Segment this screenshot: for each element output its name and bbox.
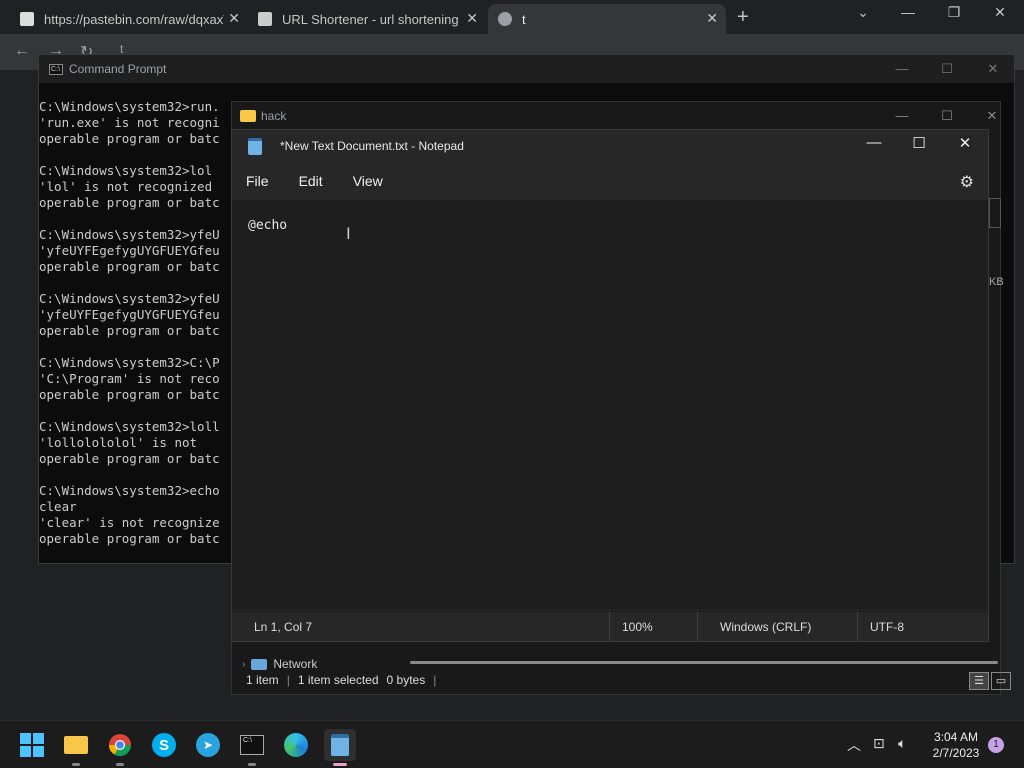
running-indicator bbox=[116, 763, 124, 766]
pastebin-icon bbox=[20, 12, 34, 26]
notepad-menubar: File Edit View ⚙ bbox=[232, 162, 988, 200]
text-cursor-icon: I bbox=[346, 224, 351, 243]
cmd-titlebar[interactable]: C:\ Command Prompt bbox=[39, 55, 1014, 83]
chrome-icon bbox=[109, 734, 131, 756]
horizontal-scrollbar[interactable] bbox=[410, 661, 998, 664]
tab-title: t bbox=[522, 11, 526, 27]
details-view-icon[interactable]: ☰ bbox=[969, 672, 989, 690]
encoding: UTF-8 bbox=[870, 619, 904, 634]
network-status-icon[interactable]: ⊡ bbox=[873, 735, 885, 752]
maximize-icon[interactable]: ☐ bbox=[932, 61, 962, 77]
item-count: 1 item bbox=[246, 673, 279, 687]
taskbar: S ➤ C:\ ︿ ⊡ 🔈︎ 3:04 AM 2/7/2023 1 bbox=[0, 720, 1024, 768]
running-indicator bbox=[333, 763, 347, 766]
new-tab-icon[interactable]: + bbox=[737, 6, 749, 29]
clock-time: 3:04 AM bbox=[933, 730, 979, 744]
notepad-titlebar[interactable]: *New Text Document.txt - Notepad — ☐ ✕ bbox=[232, 130, 988, 162]
explorer-titlebar[interactable]: hack bbox=[232, 102, 1000, 130]
close-icon[interactable]: ✕ bbox=[977, 108, 1007, 124]
clock-date: 2/7/2023 bbox=[932, 746, 980, 760]
size-column-fragment: KB bbox=[989, 276, 1004, 288]
notification-badge[interactable]: 1 bbox=[988, 737, 1004, 753]
menu-edit[interactable]: Edit bbox=[290, 167, 332, 195]
close-icon[interactable]: ✕ bbox=[706, 10, 718, 27]
selected-size: 0 bytes bbox=[386, 673, 426, 687]
notepad-icon bbox=[248, 137, 262, 155]
close-icon[interactable]: ✕ bbox=[945, 134, 985, 152]
close-icon[interactable]: ✕ bbox=[466, 10, 478, 27]
cmd-icon: C:\ bbox=[240, 735, 264, 755]
windows-logo-icon bbox=[20, 733, 44, 757]
explorer-statusbar: 1 item | 1 item selected 0 bytes | bbox=[232, 666, 1000, 694]
folder-icon bbox=[64, 736, 88, 754]
menu-view[interactable]: View bbox=[344, 167, 392, 195]
cmd-output: C:\Windows\system32>run. 'run.exe' is no… bbox=[39, 99, 220, 546]
shortener-icon bbox=[258, 12, 272, 26]
zoom-level: 100% bbox=[610, 612, 698, 641]
document-text: @echo bbox=[248, 218, 288, 233]
notepad-taskbar[interactable] bbox=[324, 729, 356, 766]
explorer-search-box[interactable] bbox=[989, 198, 1001, 228]
minimize-icon[interactable]: — bbox=[887, 108, 917, 123]
volume-icon[interactable]: 🔈︎ bbox=[898, 735, 906, 752]
edge-taskbar[interactable] bbox=[280, 729, 312, 761]
explorer-title: hack bbox=[261, 109, 287, 123]
tab-active[interactable]: t ✕ bbox=[488, 4, 726, 34]
tiles-view-icon[interactable]: ▭ bbox=[991, 672, 1011, 690]
status-separator: | bbox=[433, 673, 437, 687]
close-icon[interactable]: ✕ bbox=[228, 10, 240, 27]
globe-icon bbox=[498, 12, 512, 26]
line-ending: Windows (CRLF) bbox=[698, 612, 858, 641]
gear-icon[interactable]: ⚙ bbox=[960, 172, 974, 192]
edge-icon bbox=[284, 733, 308, 757]
tab-title: https://pastebin.com/raw/dqxaxV bbox=[44, 11, 224, 27]
folder-icon bbox=[240, 110, 256, 122]
telegram-icon: ➤ bbox=[196, 733, 220, 757]
notepad-statusbar: Ln 1, Col 7 100% Windows (CRLF) UTF-8 bbox=[232, 611, 988, 641]
selected-count: 1 item selected bbox=[297, 673, 379, 687]
notepad-icon bbox=[331, 734, 349, 756]
file-explorer-taskbar[interactable] bbox=[60, 729, 92, 766]
cmd-title: Command Prompt bbox=[69, 62, 167, 76]
notepad-title: *New Text Document.txt - Notepad bbox=[280, 139, 464, 153]
maximize-icon[interactable]: ☐ bbox=[932, 108, 962, 124]
chevron-up-icon[interactable]: ︿ bbox=[847, 735, 861, 755]
cmd-icon: C:\ bbox=[49, 63, 63, 75]
restore-icon[interactable]: ❐ bbox=[934, 4, 974, 21]
text-editor-area[interactable]: @echo I bbox=[232, 200, 988, 610]
maximize-icon[interactable]: ☐ bbox=[899, 134, 939, 152]
browser-tabstrip: https://pastebin.com/raw/dqxaxV ✕ URL Sh… bbox=[0, 0, 1024, 34]
status-separator: | bbox=[286, 673, 290, 687]
back-icon[interactable]: ← bbox=[14, 42, 30, 60]
clock[interactable]: 3:04 AM 2/7/2023 bbox=[920, 729, 992, 761]
menu-file[interactable]: File bbox=[237, 167, 278, 195]
tab-search-icon[interactable]: ⌄ bbox=[843, 4, 883, 21]
terminal-taskbar[interactable]: C:\ bbox=[236, 729, 268, 766]
minimize-icon[interactable]: — bbox=[888, 4, 928, 20]
running-indicator bbox=[72, 763, 80, 766]
tab-pastebin[interactable]: https://pastebin.com/raw/dqxaxV ✕ bbox=[10, 4, 248, 34]
running-indicator bbox=[248, 763, 256, 766]
chrome-taskbar[interactable] bbox=[104, 729, 136, 766]
skype-taskbar[interactable]: S bbox=[148, 729, 180, 761]
tab-url-shortener[interactable]: URL Shortener - url shortening s ✕ bbox=[248, 4, 486, 34]
tab-title: URL Shortener - url shortening s bbox=[282, 11, 462, 27]
minimize-icon[interactable]: — bbox=[887, 61, 917, 76]
notepad-window[interactable]: *New Text Document.txt - Notepad — ☐ ✕ F… bbox=[231, 129, 989, 642]
skype-icon: S bbox=[152, 733, 176, 757]
telegram-taskbar[interactable]: ➤ bbox=[192, 729, 224, 761]
close-window-icon[interactable]: ✕ bbox=[980, 4, 1020, 21]
close-icon[interactable]: ✕ bbox=[978, 61, 1008, 77]
cursor-position: Ln 1, Col 7 bbox=[232, 612, 610, 641]
start-button[interactable] bbox=[16, 729, 48, 761]
minimize-icon[interactable]: — bbox=[854, 134, 894, 151]
